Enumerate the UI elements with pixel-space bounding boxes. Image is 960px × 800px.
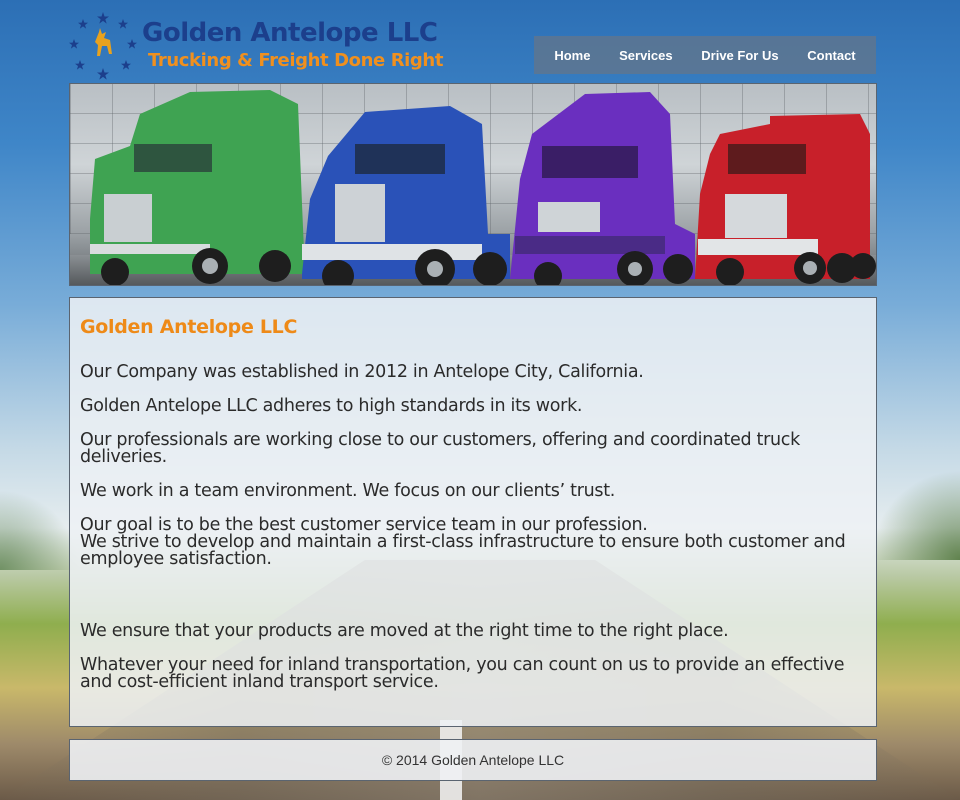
content-paragraph: We ensure that your products are moved a… bbox=[80, 621, 729, 641]
content-paragraph: Our Company was established in 2012 in A… bbox=[80, 362, 644, 382]
company-name: Golden Antelope LLC bbox=[142, 18, 438, 48]
nav-home[interactable]: Home bbox=[546, 44, 598, 67]
hero-banner bbox=[69, 83, 877, 286]
trucks-illustration bbox=[90, 90, 876, 285]
page-title: Golden Antelope LLC bbox=[80, 316, 298, 338]
content-paragraph: We work in a team environment. We focus … bbox=[80, 481, 616, 501]
content-paragraph: Our professionals are working close to o… bbox=[80, 430, 800, 467]
main-content: Golden Antelope LLC Our Company was esta… bbox=[69, 297, 877, 727]
content-paragraph: Whatever your need for inland transporta… bbox=[80, 655, 845, 692]
background-hills-right bbox=[870, 470, 960, 560]
nav-services[interactable]: Services bbox=[611, 44, 681, 67]
red-truck bbox=[695, 114, 876, 285]
antelope-star-ring-icon bbox=[69, 12, 137, 80]
content-paragraph-goal: Our goal is to be the best customer serv… bbox=[80, 516, 866, 569]
nav-drive-for-us[interactable]: Drive For Us bbox=[693, 44, 786, 67]
nav-contact[interactable]: Contact bbox=[799, 44, 863, 67]
copyright-text: © 2014 Golden Antelope LLC bbox=[381, 752, 565, 768]
background-hills-left bbox=[0, 490, 80, 570]
purple-truck bbox=[510, 92, 695, 285]
content-paragraph: Golden Antelope LLC adheres to high stan… bbox=[80, 396, 583, 416]
strive-line: We strive to develop and maintain a firs… bbox=[80, 532, 846, 569]
green-truck bbox=[90, 90, 305, 285]
site-logo[interactable]: Golden Antelope LLC Trucking & Freight D… bbox=[68, 8, 448, 80]
main-nav: Home Services Drive For Us Contact bbox=[534, 36, 876, 74]
site-footer: © 2014 Golden Antelope LLC bbox=[69, 739, 877, 781]
company-tagline: Trucking & Freight Done Right bbox=[148, 50, 444, 71]
blue-truck bbox=[302, 106, 510, 285]
